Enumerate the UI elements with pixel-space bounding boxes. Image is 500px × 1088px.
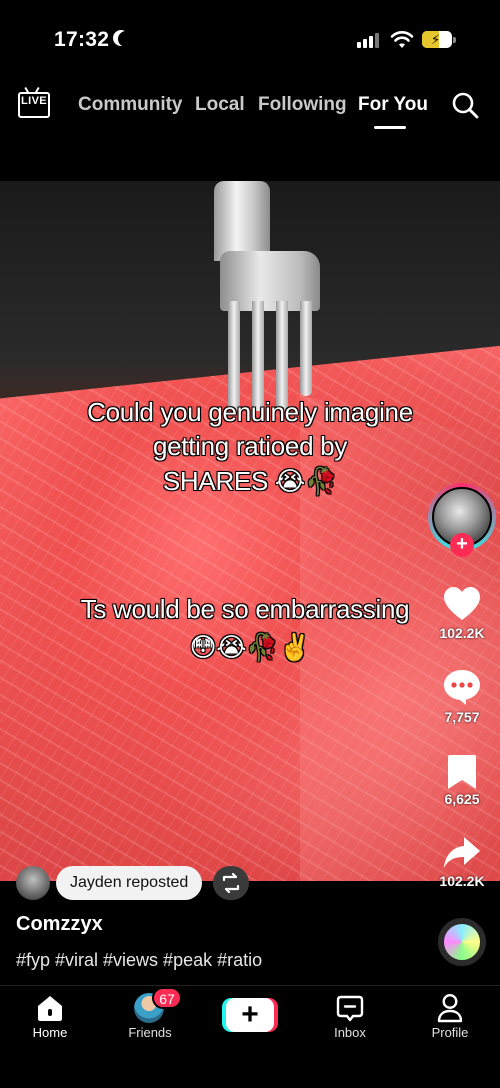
search-icon[interactable]: [451, 91, 479, 119]
friends-notification-badge: 67: [152, 987, 182, 1009]
heart-icon[interactable]: [442, 585, 482, 625]
share-icon[interactable]: [442, 833, 482, 873]
profile-icon: [437, 993, 463, 1023]
bookmark-icon[interactable]: [442, 752, 482, 792]
nav-home-label: Home: [32, 1025, 68, 1040]
live-button[interactable]: LIVE: [18, 86, 50, 118]
repost-icon: [222, 872, 240, 894]
plus-icon: +: [226, 998, 274, 1032]
reposted-label[interactable]: Jayden reposted: [56, 866, 203, 900]
nav-profile-label: Profile: [431, 1025, 469, 1040]
tab-for-you[interactable]: For You: [358, 94, 428, 116]
overlay-caption-line: getting ratioed by: [152, 431, 348, 461]
create-button[interactable]: +: [222, 998, 278, 1032]
wifi-icon: [390, 31, 414, 48]
post-username[interactable]: Comzzyx: [16, 913, 103, 936]
reposter-avatar[interactable]: [16, 866, 50, 900]
inbox-icon: [336, 995, 364, 1022]
nav-inbox[interactable]: Inbox: [305, 992, 395, 1048]
tab-local[interactable]: Local: [195, 94, 245, 116]
moon-icon: [118, 31, 134, 47]
nav-friends-label: Friends: [128, 1025, 172, 1040]
bottom-divider: [0, 985, 500, 986]
comment-icon[interactable]: [442, 667, 482, 707]
music-disc-icon[interactable]: [438, 918, 486, 966]
follow-button[interactable]: +: [450, 533, 474, 557]
like-count: 102.2K: [439, 625, 485, 641]
nav-profile[interactable]: Profile: [405, 992, 495, 1048]
active-tab-indicator: [374, 126, 406, 129]
comment-count: 7,757: [444, 709, 480, 725]
nav-home[interactable]: Home: [5, 992, 95, 1048]
repost-button[interactable]: [213, 866, 249, 900]
overlay-caption-line: Could you genuinely imagine: [87, 397, 413, 427]
overlay-caption-line: Ts would be so embarrassing: [80, 594, 410, 624]
home-icon: [38, 996, 62, 1021]
battery-icon: ⚡: [422, 31, 452, 48]
cellular-signal-icon: [357, 32, 381, 48]
share-count: 102.2K: [439, 873, 485, 889]
video-player[interactable]: [0, 181, 500, 881]
post-caption[interactable]: #fyp #viral #views #peak #ratio: [16, 950, 262, 971]
overlay-caption-line: SHARES 😭🥀: [162, 466, 338, 496]
status-time: 17:32: [54, 28, 110, 51]
tab-community[interactable]: Community: [78, 94, 183, 116]
overlay-caption-line: 😳😭🥀✌️: [189, 632, 311, 662]
live-label: LIVE: [21, 95, 48, 107]
fork-image: [214, 181, 270, 261]
battery-cap: [453, 37, 456, 43]
tab-following[interactable]: Following: [258, 94, 347, 116]
nav-inbox-label: Inbox: [334, 1025, 366, 1040]
save-count: 6,625: [444, 791, 480, 807]
